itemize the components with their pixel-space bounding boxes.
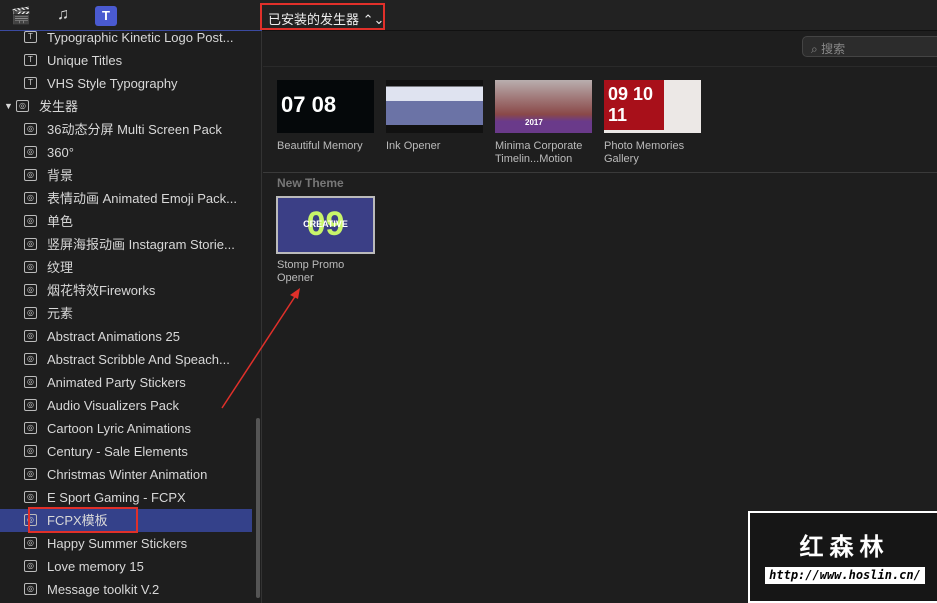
watermark-logo: 红森林 http://www.hoslin.cn/: [748, 511, 937, 603]
